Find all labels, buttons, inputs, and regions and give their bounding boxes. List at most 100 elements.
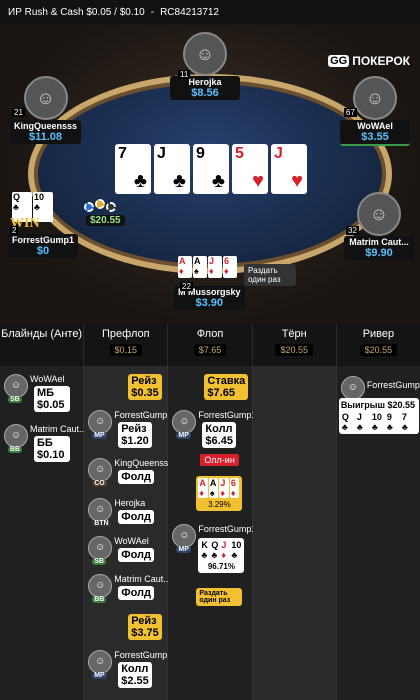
winning-cards: Q ♣ J ♣ 10 ♣ 9 ♣ 7 ♣ (340, 412, 417, 432)
card-suit-icon: ♣ (371, 422, 378, 432)
mini-card: K ♣ (200, 540, 210, 560)
action-bubble: Рейз $3.75 (128, 614, 162, 640)
action-bubble: Колл $2.55 (118, 662, 152, 688)
list-item: ☺ WoWAel SB Фолд (88, 536, 155, 565)
mini-card: 10 ♣ (370, 412, 385, 432)
card-rank: Q (13, 192, 21, 202)
list-item: ☺ KingQueensss CO Фолд (88, 458, 173, 487)
card-rank: K (201, 540, 208, 550)
mini-card: 9 ♣ (385, 412, 400, 432)
avatar: ☺ (88, 498, 113, 522)
hand-history-grid: ☺ WoWAel SB МБ $0.05 ☺ Matrim Caut... BB … (0, 366, 420, 700)
mini-card: 7 ♣ (400, 412, 415, 432)
avatar: ☺ (23, 76, 68, 120)
card-suit-icon: ♣ (231, 550, 238, 560)
player-wowael[interactable]: ☺ 67 WoWAel $3.55 (340, 76, 410, 146)
avatar: ☺ (88, 410, 113, 434)
card-rank: 9 (196, 145, 205, 162)
avatar: ☺ (88, 650, 113, 674)
card-suit-icon: ♦ (230, 488, 236, 498)
action-bubble: Ставка $7.65 (204, 374, 249, 400)
street-header-blinds[interactable]: Блайнды (Анте) (0, 324, 85, 366)
column-river: ☺ ForrestGump1 Выигрыш $20.55 Q ♣ J ♣ 10 ♣ 9 ♣ 7… (336, 366, 420, 700)
board-card: 9 ♣ (193, 144, 229, 194)
card-rank: J (356, 412, 362, 422)
mini-card: 10 ♣ (230, 540, 241, 560)
card-suit-icon: ♣ (386, 422, 393, 432)
column-flop: Ставка $7.65 ☺ ForrestGump1 MP Колл $6.45 … (168, 366, 256, 700)
list-item: ☺ ForrestGump1 MP Рейз $1.20 (88, 410, 172, 448)
card-rank: Q (211, 540, 219, 550)
street-header-turn[interactable]: Тёрн $20.55 (253, 324, 337, 366)
hole-cards: A ♦ A♠J♦6♦ (198, 478, 240, 498)
mini-card: A ♦ (178, 256, 192, 278)
game-title: ИР Rush & Cash $0.05 / $0.10 (8, 6, 145, 18)
action-bubble: Фолд (118, 470, 155, 484)
player-hero[interactable]: A ♦A ♠J ♦6 ♦ 22 M Mussorgsky $3.90 (174, 256, 245, 310)
action-bubble: Рейз $1.20 (118, 422, 152, 448)
mini-card: A ♠ (193, 256, 207, 278)
level-badge: 32 (346, 226, 359, 235)
card-suit-icon: ♣ (341, 422, 348, 432)
column-blinds: ☺ WoWAel SB МБ $0.05 ☺ Matrim Caut... BB … (0, 366, 87, 700)
player-forrestgump1[interactable]: Q ♣10 ♣ WIN 2 ForrestGump1 $0 (8, 192, 79, 258)
list-item: ☺ WoWAel SB МБ $0.05 (4, 374, 70, 412)
card-suit-icon: ♣ (133, 170, 147, 192)
avatar: ☺ (4, 374, 28, 398)
card-rank: 6 (230, 478, 236, 488)
avatar: ☺ (88, 536, 113, 560)
card-suit-icon: ♣ (211, 550, 218, 560)
mini-card: J ♣ (355, 412, 370, 432)
avatar: ☺ (340, 376, 365, 400)
card-suit-icon: ♠ (209, 488, 215, 498)
mini-card: J ♦ (219, 478, 229, 498)
card-rank: 9 (386, 412, 392, 422)
player-kingqueensss[interactable]: ☺ 21 KingQueensss $11.08 (10, 76, 82, 144)
card-rank: A (199, 478, 206, 488)
list-item: ☺ ForrestGump1 MP (172, 524, 256, 553)
street-header-preflop[interactable]: Префлоп $0.15 (84, 324, 169, 366)
list-item: ☺ Matrim Caut... BB Фолд (88, 574, 171, 603)
run-once-tag: Раздать один раз (196, 588, 243, 606)
hero-hand-equity: A ♦ A ♠ J ♦ 6 ♦ 3.29% (196, 476, 243, 511)
gg-logo: GG ПОКЕРОК (328, 54, 410, 68)
card-suit-icon: ♣ (356, 422, 363, 432)
name-plate: KingQueensss $11.08 (10, 120, 82, 144)
avatar: ☺ (353, 76, 397, 120)
card-rank: J (274, 145, 283, 162)
card-suit-icon: ♣ (401, 422, 408, 432)
card-suit-icon: ♦ (179, 266, 184, 276)
name-plate: ForrestGump1 $0 (8, 234, 79, 258)
avatar: ☺ (357, 192, 401, 236)
mini-card: J ♦ (220, 540, 230, 560)
street-header-flop[interactable]: Флоп $7.65 (168, 324, 253, 366)
board-card: J ♣ (154, 144, 190, 194)
mini-card: Q ♣ (340, 412, 355, 432)
card-rank: A (179, 256, 186, 266)
card-suit-icon: ♣ (34, 202, 40, 212)
column-turn (252, 366, 337, 700)
board-card: 7 ♣ (115, 144, 151, 194)
street-header-row: Блайнды (Анте) Префлоп $0.15 Флоп $7.65 … (0, 324, 420, 366)
winner-panel: Выигрыш $20.55 Q ♣ J ♣ 10 ♣ 9 ♣ 7 ♣ (338, 398, 419, 434)
mini-card: 6 ♦ (229, 478, 240, 498)
mini-card: A ♠ (208, 478, 219, 498)
villain-hand-equity: K ♣ Q ♣ J ♦ 10 ♣ 96.71% (198, 538, 245, 573)
street-header-river[interactable]: Ривер $20.55 (337, 324, 420, 366)
card-suit-icon: ♦ (209, 266, 214, 276)
avatar: ☺ (88, 458, 113, 482)
level-badge: 21 (12, 108, 25, 117)
card-rank: J (157, 145, 166, 162)
column-preflop: Рейз $0.35 ☺ ForrestGump1 MP Рейз $1.20 ☺ … (84, 366, 173, 700)
board-card: J ♥ (271, 144, 307, 194)
list-item: ☺ ForrestGump1 MP Колл $6.45 (172, 410, 256, 448)
card-suit-icon: ♣ (201, 550, 208, 560)
mini-card: 6 ♦ (223, 256, 237, 278)
list-item: ☺ ForrestGump1 (340, 376, 420, 400)
player-herojka[interactable]: ☺ 11 Herojka $8.56 (170, 32, 240, 100)
card-suit-icon: ♦ (221, 550, 226, 560)
player-matrim[interactable]: ☺ 32 Matrim Caut... $9.90 (344, 192, 414, 260)
action-bubble: ББ $0.10 (34, 436, 70, 462)
run-once-ribbon: Раздать один раз (244, 264, 296, 286)
level-badge: 67 (344, 108, 357, 117)
